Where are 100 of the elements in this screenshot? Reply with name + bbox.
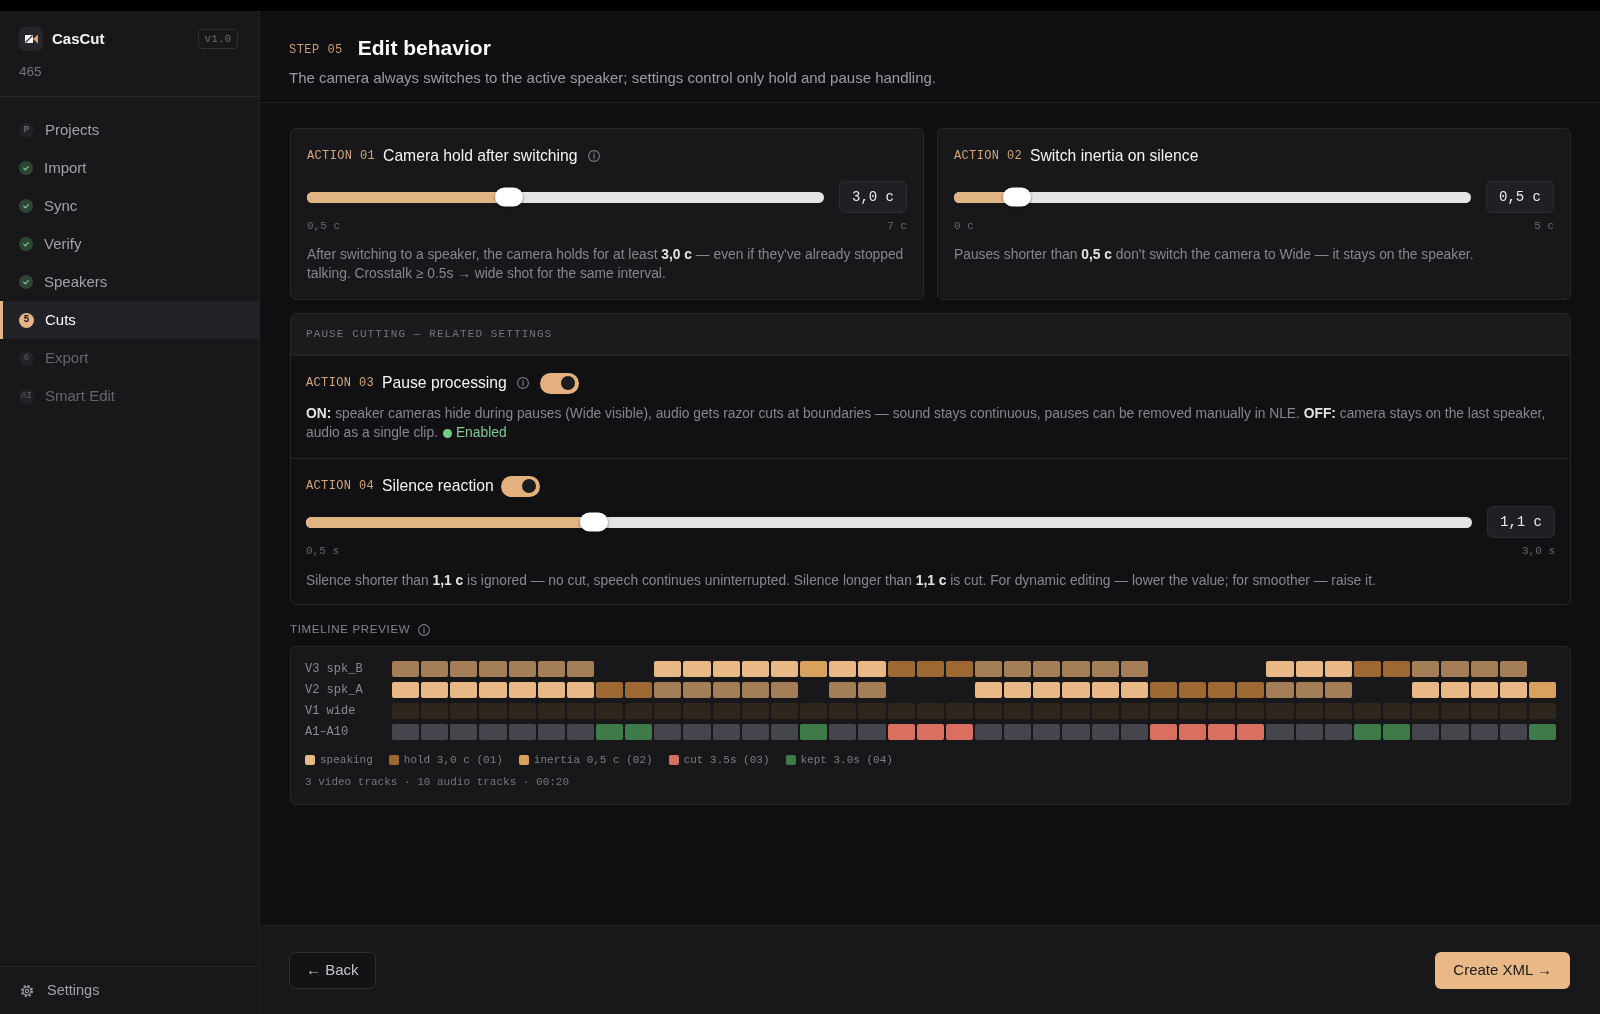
timeline-clip [1004,682,1032,698]
timeline-clip [1441,724,1469,740]
slider-thumb[interactable] [495,187,524,207]
brand-subtitle: 465 [19,63,43,81]
logo-icon [19,27,43,51]
sidebar-item[interactable]: Speakers [0,263,259,301]
legend-label: cut 3.5s (03) [683,752,770,768]
timeline-clip [392,661,420,677]
settings-link[interactable]: Settings [20,979,100,1002]
action-title: Silence reaction [382,476,494,497]
action-number: ACTION 04 [306,478,375,495]
section-heading: TIMELINE PREVIEW [290,622,411,638]
timeline-clip [858,682,886,698]
timeline-clip [1091,661,1119,677]
timeline-clip [1295,724,1323,740]
timeline-clip [1004,661,1032,677]
timeline-clip [566,724,595,740]
timeline-clip [1441,661,1469,677]
timeline-clip [1062,682,1090,698]
timeline-clip [1120,682,1148,698]
value-readout: 1,1 c [1487,506,1555,538]
timeline-clip [1062,661,1090,677]
timeline-clip [858,724,886,740]
timeline-clip [421,682,449,698]
page-subtitle: The camera always switches to the active speaker; settings control only hold and pause handling. [289,68,938,88]
step-label: STEP 05 [289,41,343,59]
timeline-clip [683,724,711,740]
value-readout: 0,5 c [1486,181,1554,213]
action-description: After switching to a speaker, the camera holds for at least 3,0 c — even if they've already stopped talking. Crosstalk ≥ 0.5s → wide shot for the same interval. [307,246,905,283]
timeline-clip [1353,724,1382,740]
action-number: ACTION 02 [954,148,1023,165]
timeline-clip [566,661,595,677]
timeline-clip [1033,724,1061,740]
timeline-clip [1470,724,1498,740]
timeline-clip [537,661,565,677]
legend-label: inertia 0,5 c (02) [533,752,653,768]
track-label: V3 spk_B [305,661,364,678]
value-readout: 3,0 c [839,181,907,213]
sidebar-item[interactable]: Sync [0,187,259,225]
timeline-clip [1324,661,1352,677]
timeline-clip [887,661,915,677]
timeline-clip [683,661,711,677]
timeline-clip [1295,682,1323,698]
action-description: ON: speaker cameras hide during pauses (Wide visible), audio gets razor cuts at boundaries — sound stays continuous, pauses can be removed manually in NLE. OFF: camera stays on the last speaker, audio as a single clip. Enabled [306,405,1547,442]
timeline-clip [858,661,886,677]
toggle-switch[interactable] [539,372,579,394]
range-min-label: 0,5 s [306,543,339,559]
timeline-clip [1528,682,1556,698]
timeline-clip [1412,661,1440,677]
check-icon [19,237,33,251]
timeline-clip [800,661,828,677]
timeline-clip [479,661,507,677]
timeline-clip [596,724,624,740]
range-min-label: 0,5 c [307,218,340,234]
timeline-clip [1033,682,1061,698]
timeline-clip [1033,661,1061,677]
sidebar-item[interactable]: Import [0,149,259,187]
legend-label: speaking [320,752,373,768]
timeline-clip [1149,682,1178,698]
timeline-clip [421,724,449,740]
timeline-clip [1208,682,1236,698]
timeline-clip [829,724,857,740]
create-xml-button[interactable]: Create XML → [1435,952,1570,989]
timeline-clip [1237,724,1265,740]
toggle-switch[interactable] [500,475,540,497]
timeline-clip [770,661,799,677]
timeline-clip [654,724,682,740]
status-label: Enabled [455,425,507,440]
version-tag: v1.0 [197,29,238,49]
timeline-clip [1208,724,1236,740]
timeline-clip [537,724,565,740]
timeline-clip [829,682,857,698]
timeline-clip [916,661,944,677]
sidebar-item[interactable]: Verify [0,225,259,263]
timeline-clip [508,661,536,677]
timeline-clip [596,682,624,698]
timeline-clip [1237,682,1265,698]
timeline-clip [1353,661,1382,677]
timeline-clip [625,682,653,698]
timeline-clip [1149,724,1178,740]
timeline-clip [1412,682,1440,698]
timeline-clip [770,724,799,740]
timeline-clip [829,661,857,677]
timeline-clip [741,682,769,698]
settings-icon [20,983,34,998]
slider-thumb[interactable] [580,512,609,532]
timeline-clip [1266,661,1294,677]
action-description: Pauses shorter than 0,5 c don't switch the camera to Wide — it stays on the speaker. [954,246,1475,264]
back-button[interactable]: ← Back [289,952,376,989]
sidebar-item[interactable]: P Projects [0,111,259,149]
slider-thumb[interactable] [1002,187,1031,207]
step-indicator: P [19,122,34,138]
timeline-clip [508,682,536,698]
sidebar-item[interactable]: 5 Cuts [0,301,259,339]
timeline-clip [945,661,973,677]
timeline-clip [945,724,973,740]
page-title: Edit behavior [357,35,491,62]
step-indicator: 5 [19,312,34,328]
timeline-clip [450,724,478,740]
timeline-clip [1004,724,1032,740]
